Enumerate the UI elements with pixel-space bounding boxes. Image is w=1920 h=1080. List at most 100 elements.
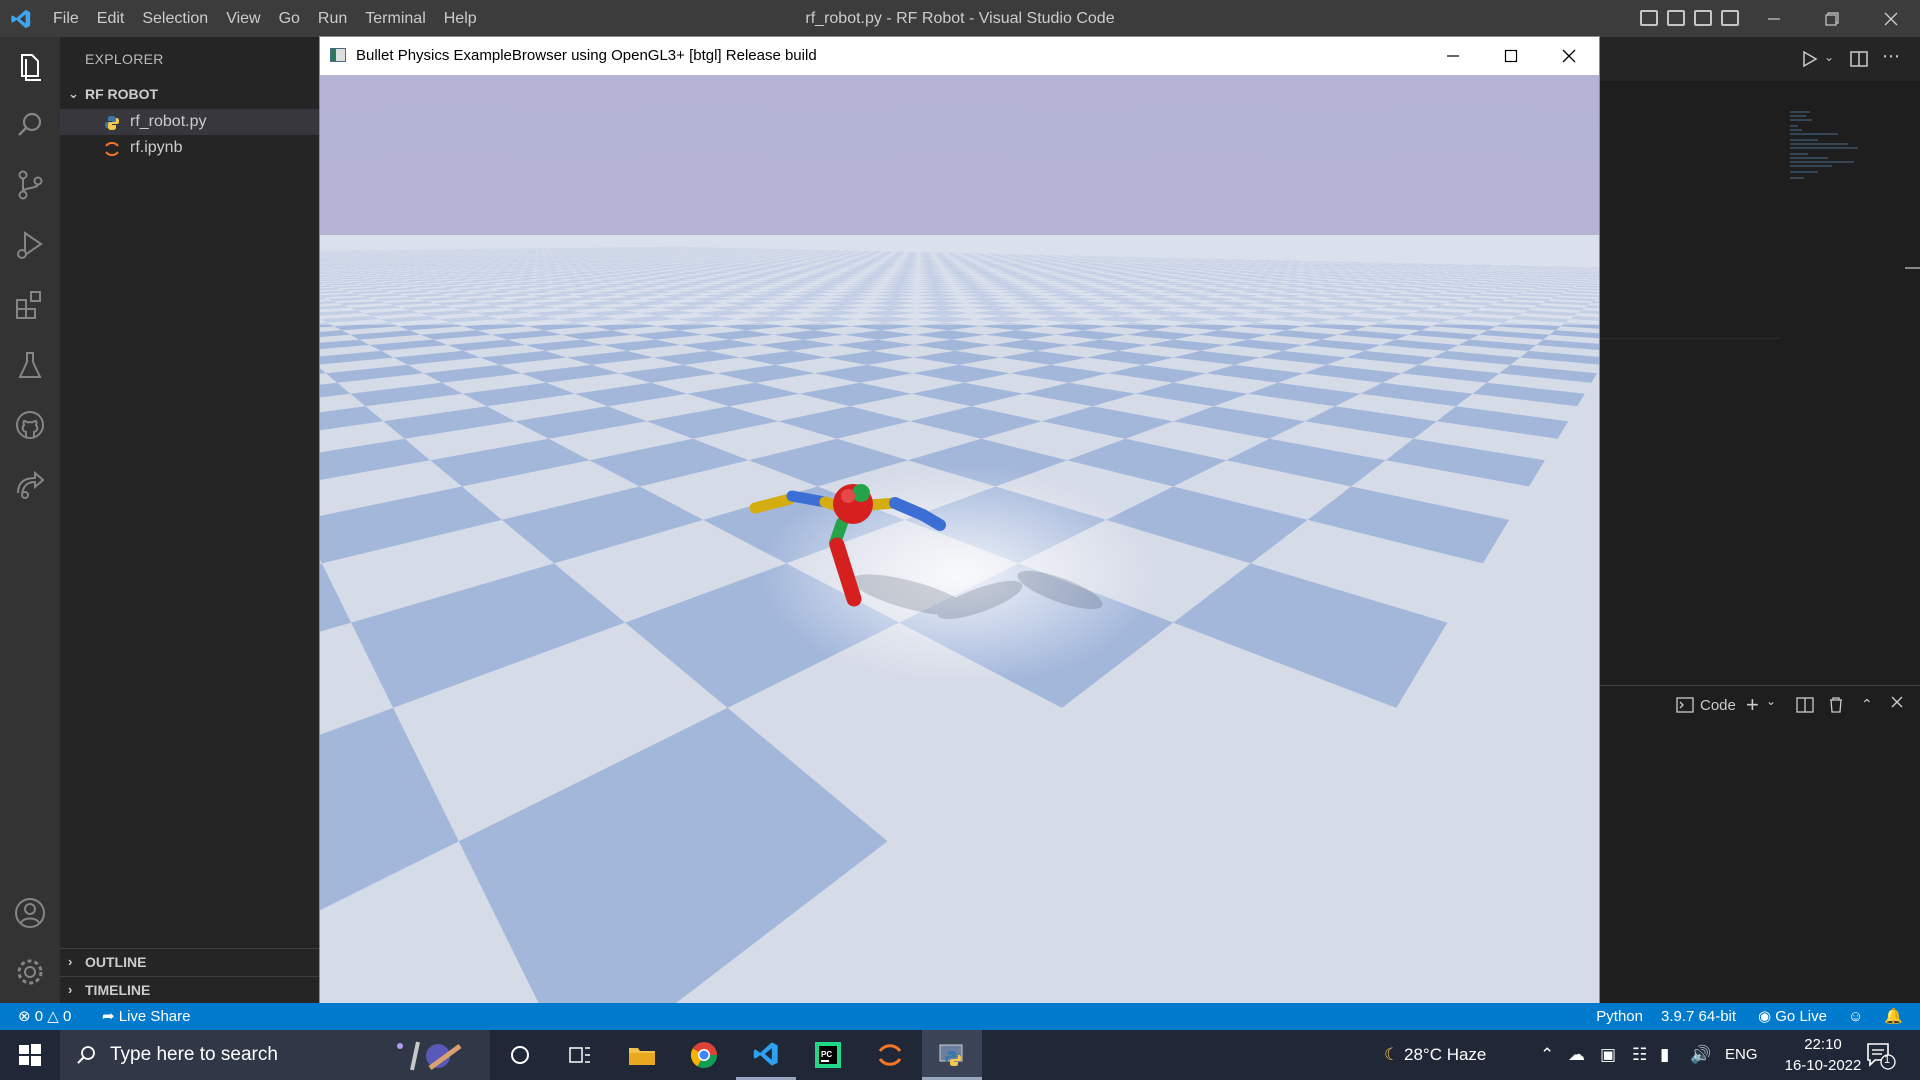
toggle-secondary-sidebar-icon[interactable] (1694, 10, 1712, 26)
go-live-label: Go Live (1775, 1008, 1827, 1025)
task-view-icon[interactable] (550, 1030, 610, 1080)
testing-icon[interactable] (12, 347, 48, 383)
clock-time: 22:10 (1804, 1036, 1842, 1053)
weather-widget[interactable]: ☾ 28°C Haze (1384, 1030, 1486, 1080)
bullet-minimize-button[interactable] (1424, 37, 1482, 75)
chrome-icon[interactable] (674, 1030, 734, 1080)
outline-section[interactable]: › OUTLINE (60, 948, 319, 974)
extensions-icon[interactable] (12, 287, 48, 323)
divider (1600, 338, 1780, 339)
editor-tabs-strip: ⌄ ⋯ (1600, 37, 1920, 81)
minimize-button[interactable] (1745, 0, 1803, 37)
source-control-icon[interactable] (12, 167, 48, 203)
customize-layout-icon[interactable] (1721, 10, 1739, 26)
pycharm-icon[interactable]: PC (798, 1030, 858, 1080)
terminal-icon (1676, 697, 1694, 718)
bullet-maximize-button[interactable] (1482, 37, 1540, 75)
volume-icon[interactable]: 🔊 (1690, 1030, 1711, 1080)
language-mode[interactable]: Python (1593, 1003, 1643, 1030)
warning-count: 0 (62, 1008, 72, 1025)
broadcast-icon: ◉ (1758, 1008, 1772, 1025)
meet-now-icon[interactable]: ▣ (1600, 1030, 1616, 1080)
search-placeholder: Type here to search (110, 1044, 278, 1065)
chevron-right-icon: › (68, 954, 73, 969)
clock[interactable]: 22:10 16-10-2022 (1768, 1034, 1878, 1076)
split-terminal-icon[interactable] (1796, 697, 1814, 718)
editor-scrollbar[interactable] (1905, 267, 1920, 269)
bullet-titlebar: Bullet Physics ExampleBrowser using Open… (320, 37, 1599, 75)
python-app-icon[interactable] (922, 1030, 982, 1080)
search-icon (77, 1046, 95, 1064)
cortana-icon[interactable] (490, 1030, 550, 1080)
close-panel-icon[interactable] (1890, 695, 1904, 714)
window-title: rf_robot.py - RF Robot - Visual Studio C… (805, 10, 1115, 27)
split-editor-icon[interactable] (1850, 50, 1868, 73)
file-item-rf-robot[interactable]: rf_robot.py (60, 109, 319, 135)
feedback-icon[interactable]: ☺ (1848, 1003, 1863, 1030)
terminal-name[interactable]: Code (1700, 697, 1736, 714)
wifi-icon[interactable]: ☷ (1632, 1030, 1647, 1080)
file-item-rf-ipynb[interactable]: rf.ipynb (60, 135, 319, 161)
terminal-panel: Code + ⌄ ⌃ (1600, 685, 1920, 1003)
timeline-label: TIMELINE (85, 982, 151, 998)
folder-header[interactable]: ⌄ RF ROBOT (60, 81, 319, 107)
svg-text:PC: PC (821, 1050, 832, 1059)
run-file-icon[interactable] (1802, 50, 1818, 73)
search-icon[interactable] (12, 107, 48, 143)
live-share-icon[interactable] (12, 467, 48, 503)
chevron-right-icon: › (68, 982, 73, 997)
more-actions-icon[interactable]: ⋯ (1882, 46, 1900, 67)
toggle-panel-icon[interactable] (1667, 10, 1685, 26)
taskbar: Type here to search PC ☾ 28°C Haze ⌃ ☁ ▣… (0, 1030, 1920, 1080)
maximize-panel-icon[interactable]: ⌃ (1861, 696, 1873, 713)
new-terminal-icon[interactable]: + (1746, 692, 1759, 718)
live-share-button[interactable]: ➦ Live Share (102, 1003, 190, 1030)
chevron-down-icon[interactable]: ⌄ (1766, 694, 1776, 708)
toggle-sidebar-icon[interactable] (1640, 10, 1658, 26)
notification-count: 1 (1884, 1054, 1891, 1066)
show-hidden-icons[interactable]: ⌃ (1540, 1030, 1554, 1080)
problems-indicator[interactable]: ⊗ 0 △ 0 (18, 1003, 71, 1030)
close-button[interactable] (1862, 0, 1920, 37)
vscode-taskbar-icon[interactable] (736, 1030, 796, 1080)
python-interpreter[interactable]: 3.9.7 64-bit (1661, 1003, 1736, 1030)
warning-icon: △ (47, 1008, 59, 1025)
trash-icon[interactable] (1828, 696, 1844, 719)
explorer-icon[interactable] (12, 49, 48, 85)
timeline-section[interactable]: › TIMELINE (60, 976, 319, 1002)
chevron-down-icon: ⌄ (68, 86, 79, 101)
taskbar-search-box[interactable]: Type here to search (60, 1030, 490, 1080)
outline-label: OUTLINE (85, 954, 147, 970)
folder-name: RF ROBOT (85, 86, 159, 102)
explorer-title: EXPLORER (85, 51, 164, 67)
bullet-window: Bullet Physics ExampleBrowser using Open… (319, 36, 1600, 1031)
onedrive-icon[interactable]: ☁ (1568, 1030, 1585, 1080)
github-icon[interactable] (12, 407, 48, 443)
file-explorer-icon[interactable] (612, 1030, 672, 1080)
input-language[interactable]: ENG (1725, 1030, 1758, 1080)
error-icon: ⊗ (18, 1008, 31, 1025)
live-share-label: Live Share (118, 1008, 191, 1025)
notifications-bell-icon[interactable]: 🔔 (1884, 1003, 1903, 1030)
jupyter-icon[interactable] (860, 1030, 920, 1080)
jupyter-file-icon (104, 140, 120, 156)
windows-start-icon[interactable] (0, 1030, 60, 1080)
chevron-down-icon[interactable]: ⌄ (1824, 50, 1834, 64)
bullet-close-button[interactable] (1540, 37, 1598, 75)
error-count: 0 (34, 1008, 44, 1025)
horizon-haze (320, 235, 1599, 325)
settings-gear-icon[interactable] (12, 954, 48, 990)
physics-viewport[interactable] (320, 75, 1599, 1031)
go-live-button[interactable]: ◉ Go Live (1758, 1003, 1827, 1030)
restore-button[interactable] (1803, 0, 1861, 37)
minimap (1788, 108, 1868, 188)
explorer-sidebar: EXPLORER ⌄ RF ROBOT rf_robot.py rf.ipynb… (60, 37, 319, 1003)
run-debug-icon[interactable] (12, 227, 48, 263)
app-icon (330, 48, 346, 62)
battery-icon[interactable]: ▮ (1660, 1030, 1669, 1080)
file-name: rf.ipynb (130, 139, 183, 156)
bullet-window-title: Bullet Physics ExampleBrowser using Open… (356, 47, 817, 64)
search-highlight-icon (390, 1038, 470, 1074)
action-center-icon[interactable]: 1 (1866, 1042, 1896, 1070)
accounts-icon[interactable] (12, 895, 48, 931)
